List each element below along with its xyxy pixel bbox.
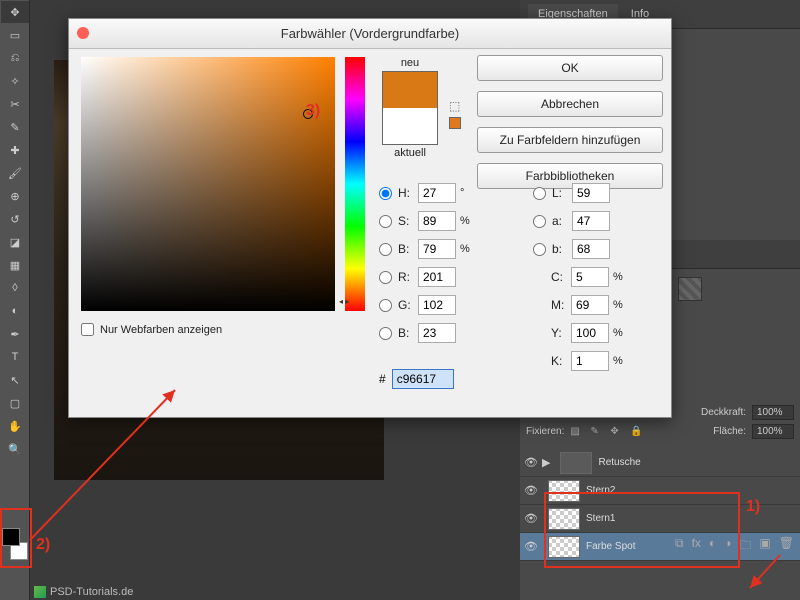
lock-label: Fixieren: — [526, 426, 564, 437]
new-label: neu — [379, 57, 441, 69]
hex-input[interactable] — [392, 369, 454, 389]
k-input[interactable] — [571, 351, 609, 371]
wand-tool[interactable]: ✧ — [1, 70, 29, 92]
color-preview: neu aktuell — [379, 57, 441, 159]
bb-input[interactable] — [418, 323, 456, 343]
layer-thumbnail — [548, 508, 580, 530]
b2-radio[interactable] — [533, 243, 546, 256]
ok-button[interactable]: OK — [477, 55, 663, 81]
group-icon[interactable]: 🗀 — [739, 536, 751, 557]
gamut-warning-icon[interactable]: ⬚ — [449, 99, 460, 113]
lock-all-icon[interactable]: 🔒 — [630, 426, 644, 438]
h-radio[interactable] — [379, 187, 392, 200]
folder-icon — [560, 452, 592, 474]
color-swatches[interactable] — [2, 528, 28, 560]
shape-tool[interactable]: ▢ — [1, 392, 29, 414]
y-input[interactable] — [571, 323, 609, 343]
close-icon[interactable] — [77, 27, 89, 39]
adjustment-icon[interactable]: ◑ — [724, 536, 731, 557]
zoom-tool[interactable]: 🔍 — [1, 438, 29, 460]
visibility-icon[interactable]: 👁 — [524, 540, 542, 553]
l-input[interactable] — [572, 183, 610, 203]
pen-tool[interactable]: ✒ — [1, 323, 29, 345]
marquee-tool[interactable]: ▭ — [1, 24, 29, 46]
eraser-tool[interactable]: ◪ — [1, 231, 29, 253]
dodge-tool[interactable]: ◐ — [1, 300, 29, 322]
layer-thumbnail — [548, 536, 580, 558]
hue-slider-thumb[interactable]: ◂ ▸ — [339, 297, 349, 306]
color-field[interactable] — [81, 57, 335, 311]
path-tool[interactable]: ↖ — [1, 369, 29, 391]
tools-panel: ✥ ▭ ⎌ ✧ ✂ ✎ ✚ 🖌 ⊕ ↺ ◪ ▦ ◊ ◐ ✒ T ↖ ▢ ✋ 🔍 — [0, 0, 30, 600]
annotation-2: 2) — [36, 536, 50, 554]
watermark-icon — [34, 586, 46, 598]
gradient-tool[interactable]: ▦ — [1, 254, 29, 276]
visibility-icon[interactable]: 👁 — [524, 484, 542, 497]
b-input[interactable] — [418, 239, 456, 259]
annotation-1: 1) — [746, 498, 760, 516]
l-radio[interactable] — [533, 187, 546, 200]
c-input[interactable] — [571, 267, 609, 287]
layer-row-retusche[interactable]: 👁 ▶ Retusche — [520, 449, 800, 477]
history-brush-tool[interactable]: ↺ — [1, 208, 29, 230]
watermark: PSD-Tutorials.de — [34, 586, 133, 598]
lock-position-icon[interactable]: ✥ — [610, 426, 624, 438]
layers-panel: Deckkraft: 100% Fixieren: ▨ ✎ ✥ 🔒 Fläche… — [520, 395, 800, 561]
heal-tool[interactable]: ✚ — [1, 139, 29, 161]
crop-tool[interactable]: ✂ — [1, 93, 29, 115]
b-radio[interactable] — [379, 243, 392, 256]
visibility-icon[interactable]: 👁 — [524, 456, 542, 469]
layer-thumbnail — [548, 480, 580, 502]
lasso-tool[interactable]: ⎌ — [1, 47, 29, 69]
g-radio[interactable] — [379, 299, 392, 312]
style-swatch[interactable] — [678, 277, 702, 301]
m-input[interactable] — [571, 295, 609, 315]
lock-pixels-icon[interactable]: ✎ — [590, 426, 604, 438]
folder-toggle-icon[interactable]: ▶ — [542, 456, 550, 469]
color-picker-dialog: Farbwähler (Vordergrundfarbe) ◂ ▸ neu ak… — [68, 18, 672, 418]
h-input[interactable] — [418, 183, 456, 203]
blur-tool[interactable]: ◊ — [1, 277, 29, 299]
stamp-tool[interactable]: ⊕ — [1, 185, 29, 207]
hue-slider[interactable] — [345, 57, 365, 311]
r-radio[interactable] — [379, 271, 392, 284]
new-layer-icon[interactable]: ▣ — [759, 536, 770, 557]
bb-radio[interactable] — [379, 327, 392, 340]
fill-field[interactable]: 100% — [752, 424, 794, 439]
trash-icon[interactable]: 🗑 — [779, 536, 794, 557]
brush-tool[interactable]: 🖌 — [1, 162, 29, 184]
fx-icon[interactable]: fx — [692, 536, 701, 557]
s-radio[interactable] — [379, 215, 392, 228]
mask-icon[interactable]: ◐ — [709, 536, 716, 557]
type-tool[interactable]: T — [1, 346, 29, 368]
opacity-label: Deckkraft: — [701, 407, 746, 418]
new-color-swatch[interactable] — [383, 72, 437, 108]
annotation-3: 3) — [306, 102, 320, 120]
g-input[interactable] — [418, 295, 456, 315]
foreground-color[interactable] — [2, 528, 20, 546]
fill-label: Fläche: — [713, 426, 746, 437]
a-radio[interactable] — [533, 215, 546, 228]
move-tool[interactable]: ✥ — [1, 1, 29, 23]
link-layers-icon[interactable]: ⧉ — [675, 536, 684, 557]
s-input[interactable] — [418, 211, 456, 231]
cancel-button[interactable]: Abbrechen — [477, 91, 663, 117]
opacity-field[interactable]: 100% — [752, 405, 794, 420]
eyedropper-tool[interactable]: ✎ — [1, 116, 29, 138]
visibility-icon[interactable]: 👁 — [524, 512, 542, 525]
web-colors-only-checkbox[interactable]: Nur Webfarben anzeigen — [81, 323, 222, 336]
add-to-swatches-button[interactable]: Zu Farbfeldern hinzufügen — [477, 127, 663, 153]
current-color-swatch[interactable] — [383, 108, 437, 144]
r-input[interactable] — [418, 267, 456, 287]
b2-input[interactable] — [572, 239, 610, 259]
lock-transparency-icon[interactable]: ▨ — [570, 426, 584, 438]
dialog-title: Farbwähler (Vordergrundfarbe) — [69, 19, 671, 49]
current-label: aktuell — [379, 147, 441, 159]
a-input[interactable] — [572, 211, 610, 231]
gamut-color-swatch[interactable] — [449, 117, 461, 129]
hand-tool[interactable]: ✋ — [1, 415, 29, 437]
